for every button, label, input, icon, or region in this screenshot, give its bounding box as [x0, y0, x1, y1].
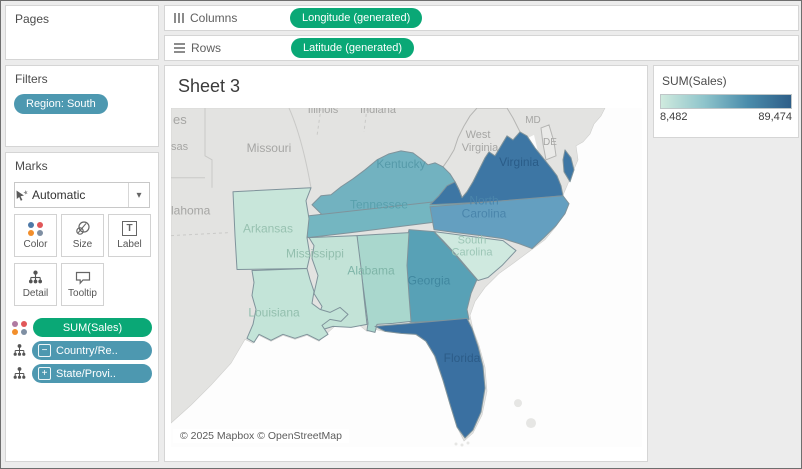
marks-pill-row: + State/Provi..	[12, 364, 152, 383]
map-view[interactable]: essasMissouriklahomaIllinoisIndianaWestV…	[171, 108, 642, 447]
legend-min-value: 8,482	[660, 111, 688, 123]
map-label: DE	[543, 137, 557, 148]
map-label: klahoma	[171, 204, 211, 218]
state-label: Alabama	[347, 264, 395, 278]
color-legend-card[interactable]: SUM(Sales) 8,482 89,474	[653, 65, 799, 138]
pill-latitude[interactable]: Latitude (generated)	[291, 38, 414, 58]
state-label: North	[469, 194, 498, 208]
map-attribution[interactable]: © 2025 Mapbox © OpenStreetMap	[173, 429, 349, 443]
map-label: Illinois	[308, 108, 339, 116]
island	[461, 444, 464, 447]
filters-card: Filters Region: South	[5, 65, 159, 147]
map-label: MD	[525, 115, 541, 126]
state-label: Carolina	[462, 207, 507, 221]
sheet-card: Sheet 3 es sas Missouri klahoma Illinois Indi…	[164, 65, 648, 462]
columns-icon	[174, 13, 184, 23]
marks-title: Marks	[6, 153, 158, 177]
size-icon	[75, 221, 90, 236]
pill-state[interactable]: + State/Provi..	[32, 364, 152, 383]
island	[526, 418, 536, 428]
map-label: West	[466, 129, 491, 141]
mark-type-dropdown[interactable]: Automatic ▾	[14, 182, 150, 208]
state-label: Mississippi	[286, 247, 344, 261]
pages-card: Pages	[5, 5, 159, 60]
state-label: Arkansas	[243, 222, 293, 236]
pill-country-label: Country/Re..	[56, 345, 118, 357]
state-label: Tennessee	[350, 198, 408, 212]
hierarchy-icon	[12, 366, 27, 381]
color-legend-title: SUM(Sales)	[654, 66, 798, 94]
choropleth-map[interactable]: essasMissouriklahomaIllinoisIndianaWestV…	[171, 108, 642, 447]
rows-icon	[174, 43, 185, 53]
state-label: Louisiana	[248, 305, 300, 319]
state-label: Florida	[444, 351, 481, 365]
pages-title: Pages	[6, 6, 158, 30]
rows-shelf[interactable]: Rows Latitude (generated)	[164, 35, 799, 61]
island	[467, 442, 470, 445]
state-label: South	[458, 235, 487, 247]
expand-box-icon[interactable]: +	[38, 367, 51, 380]
columns-shelf[interactable]: Columns Longitude (generated)	[164, 5, 799, 31]
tooltip-icon	[75, 271, 91, 285]
state-label: Carolina	[452, 247, 494, 259]
detail-button-label: Detail	[23, 288, 49, 299]
state-label: Georgia	[408, 273, 451, 287]
state-label: Kentucky	[376, 157, 425, 171]
mark-type-label: Automatic	[28, 188, 128, 202]
map-label: es	[173, 112, 187, 127]
collapse-box-icon[interactable]: −	[38, 344, 51, 357]
map-label: sas	[171, 141, 189, 153]
color-button[interactable]: Color	[14, 214, 57, 257]
label-icon: T	[122, 221, 137, 236]
color-legend-dots-icon	[12, 321, 28, 335]
chevron-down-icon[interactable]: ▾	[128, 183, 149, 207]
color-button-label: Color	[24, 239, 48, 250]
automatic-cursor-icon	[15, 189, 28, 202]
tooltip-button[interactable]: Tooltip	[61, 263, 104, 306]
pill-country[interactable]: −Country/Re..	[32, 341, 152, 360]
label-button[interactable]: T Label	[108, 214, 151, 257]
map-label: Indiana	[360, 108, 397, 116]
state-label: Virginia	[499, 155, 539, 169]
marks-pill-row: SUM(Sales)	[12, 318, 152, 337]
filter-pill-region[interactable]: Region: South	[14, 94, 108, 114]
island	[455, 443, 458, 446]
pill-state-label: State/Provi..	[56, 368, 116, 380]
filters-title: Filters	[6, 66, 158, 90]
tableau-window: Pages Filters Region: South Marks Automa…	[0, 0, 802, 469]
size-button[interactable]: Size	[61, 214, 104, 257]
pill-longitude[interactable]: Longitude (generated)	[290, 8, 422, 28]
color-legend-gradient	[660, 94, 792, 109]
map-label: Virginia	[462, 142, 499, 154]
detail-button[interactable]: Detail	[14, 263, 57, 306]
size-button-label: Size	[73, 239, 92, 250]
island	[514, 399, 522, 407]
label-button-label: Label	[117, 239, 141, 250]
columns-shelf-label: Columns	[190, 11, 242, 25]
rows-shelf-label: Rows	[191, 41, 243, 55]
hierarchy-icon	[12, 343, 27, 358]
hierarchy-icon	[28, 270, 43, 285]
marks-card: Marks Automatic ▾ Color Size T Label	[5, 152, 159, 462]
marks-pill-row: −Country/Re..	[12, 341, 152, 360]
tooltip-button-label: Tooltip	[68, 288, 97, 299]
color-dots-icon	[28, 222, 44, 236]
sheet-title: Sheet 3	[178, 76, 240, 97]
pill-sum-sales[interactable]: SUM(Sales)	[33, 318, 152, 337]
map-label: Missouri	[247, 141, 292, 155]
legend-max-value: 89,474	[758, 111, 792, 123]
